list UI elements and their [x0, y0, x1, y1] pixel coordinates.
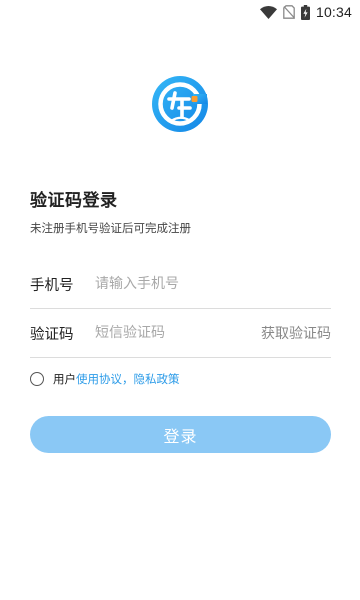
login-button[interactable]: 登录 — [30, 416, 331, 453]
page-title: 验证码登录 — [30, 191, 118, 211]
phone-input[interactable] — [95, 270, 245, 298]
agreement-checkbox[interactable] — [30, 372, 44, 386]
phone-row: 手机号 — [30, 262, 331, 309]
agreement-row: 用户 使用协议，隐私政策 — [30, 370, 180, 388]
code-input[interactable] — [95, 319, 245, 347]
phone-label: 手机号 — [30, 278, 74, 294]
status-time: 10:34 — [315, 4, 352, 20]
wifi-icon — [259, 5, 277, 19]
status-icons: 10:34 — [259, 3, 352, 21]
code-row: 验证码 获取验证码 — [30, 311, 331, 358]
battery-charging-icon — [300, 4, 310, 20]
app-logo-icon — [151, 75, 209, 133]
agreement-link[interactable]: 使用协议，隐私政策 — [76, 371, 180, 387]
get-code-button[interactable]: 获取验证码 — [261, 323, 331, 343]
no-sim-icon — [283, 5, 295, 19]
code-label: 验证码 — [30, 327, 74, 343]
status-bar: 10:34 — [0, 0, 360, 24]
page-subtitle: 未注册手机号验证后可完成注册 — [30, 221, 191, 235]
agreement-prefix: 用户 — [53, 372, 76, 386]
